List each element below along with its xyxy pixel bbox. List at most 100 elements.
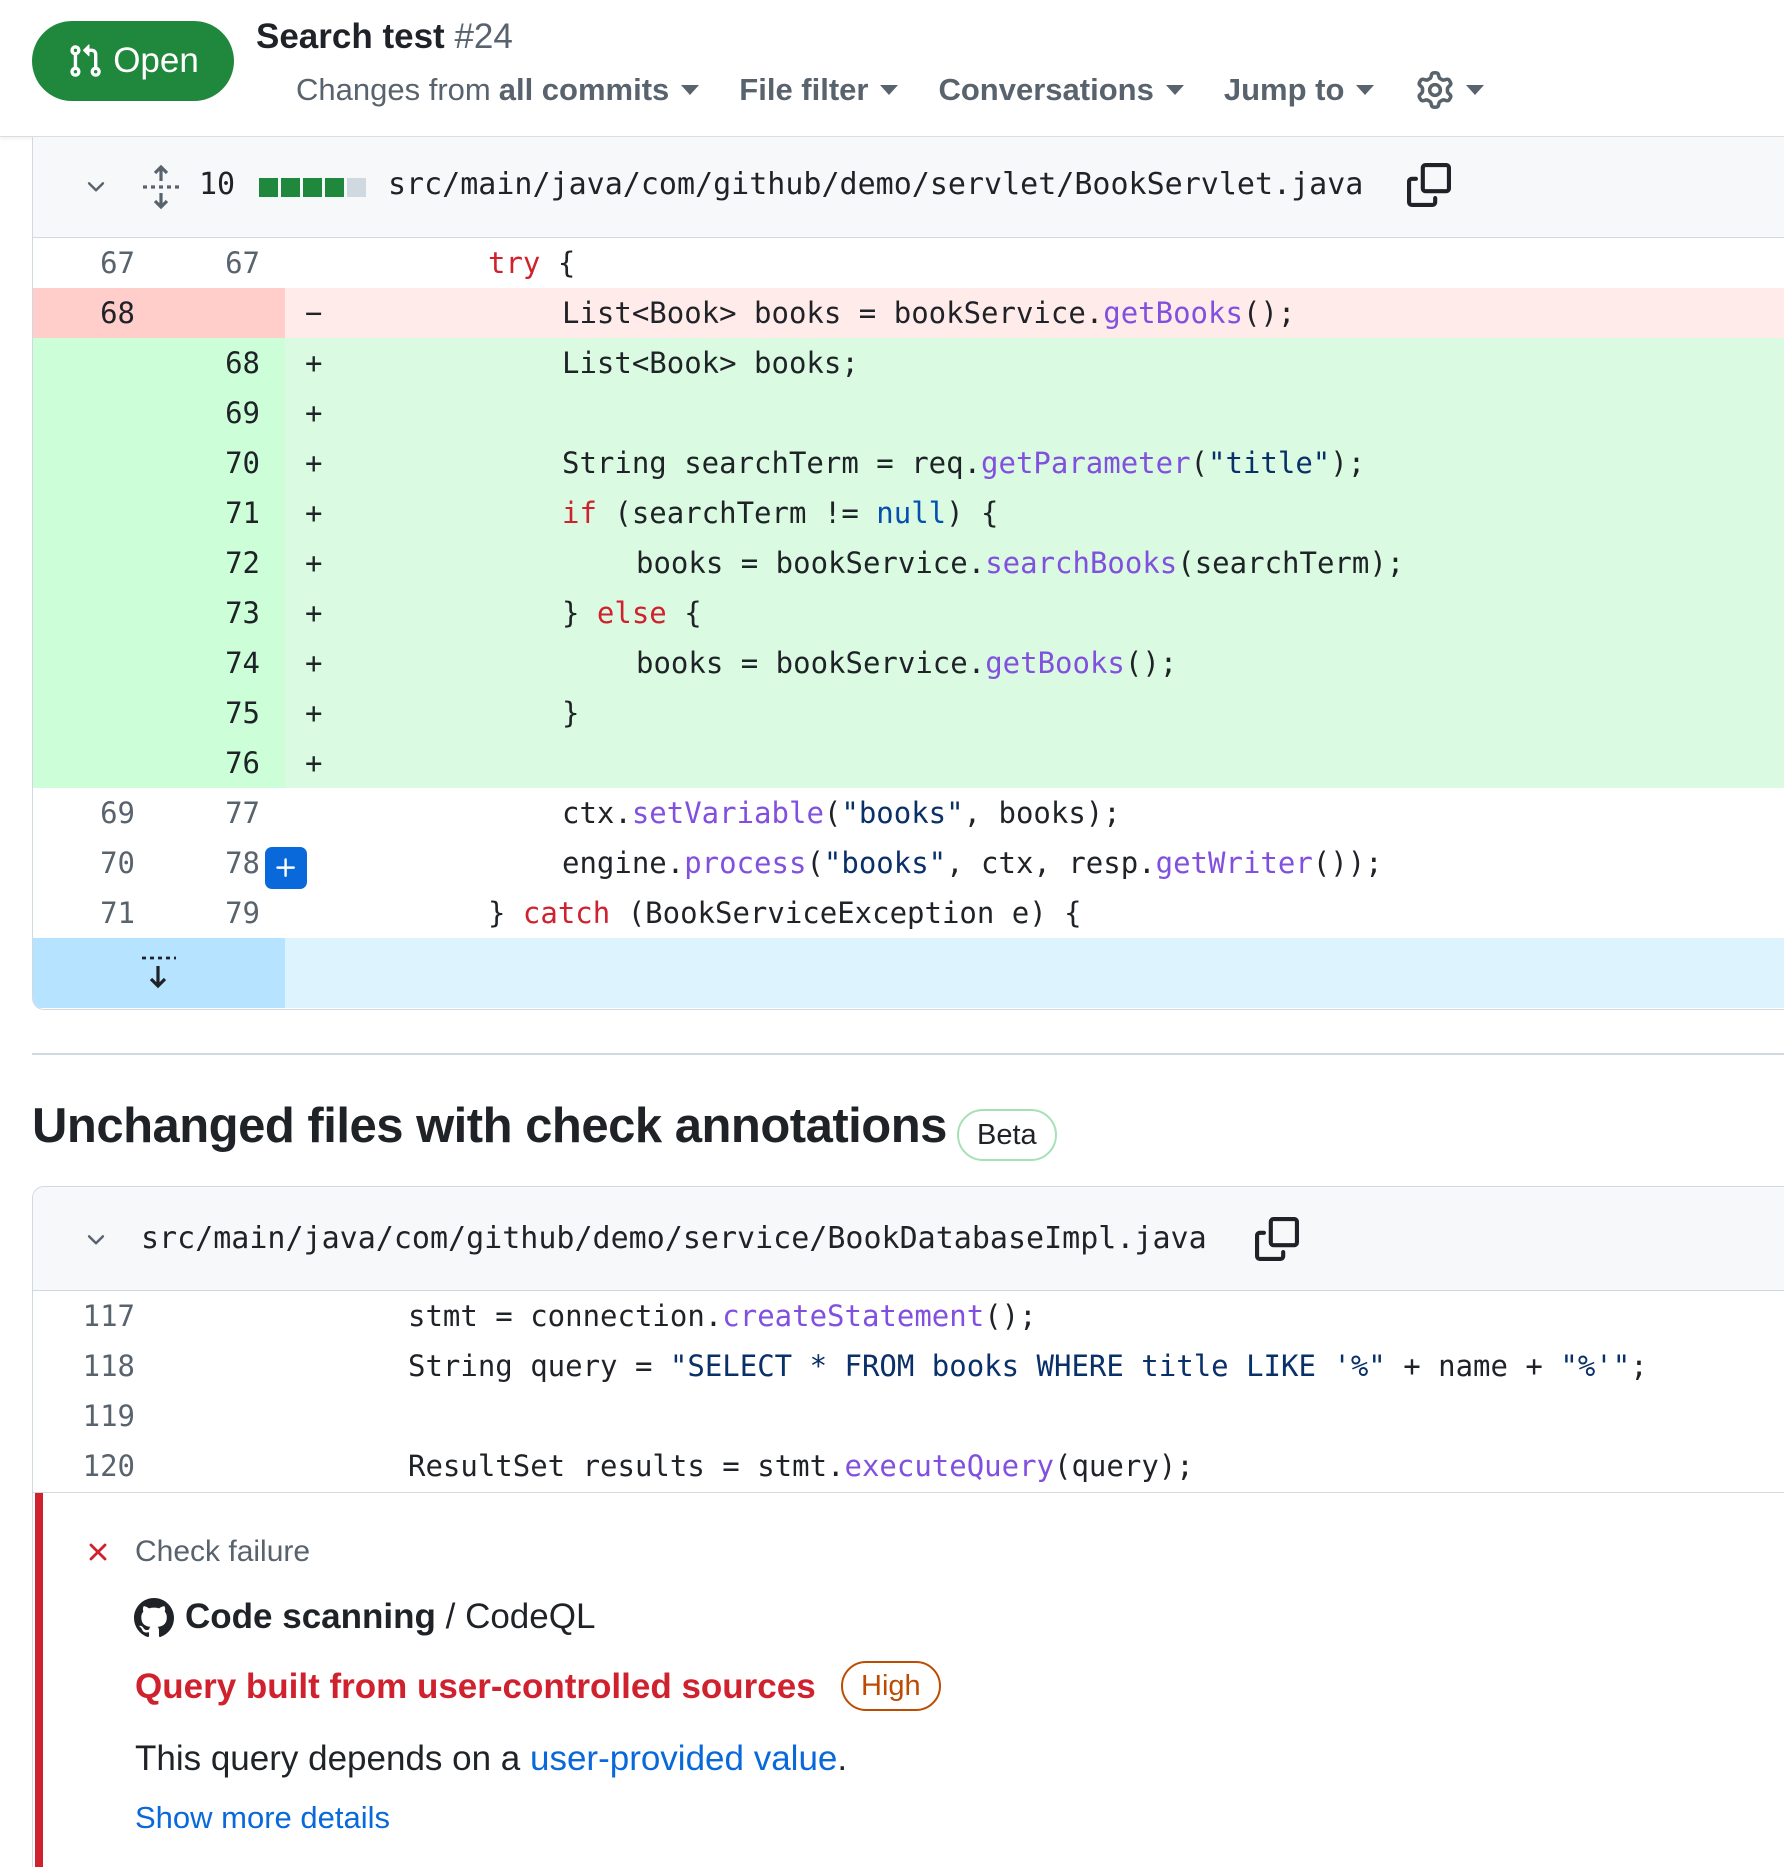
- annotated-file: src/main/java/com/github/demo/service/Bo…: [32, 1186, 1784, 1867]
- check-tool-name: Code scanning: [185, 1597, 436, 1636]
- new-line-number[interactable]: 71: [158, 488, 260, 538]
- line-number[interactable]: 117: [33, 1291, 135, 1341]
- diff-file-path[interactable]: src/main/java/com/github/demo/servlet/Bo…: [388, 167, 1363, 202]
- copy-icon[interactable]: [1407, 163, 1451, 207]
- old-line-number[interactable]: [33, 338, 135, 388]
- old-line-number[interactable]: [33, 588, 135, 638]
- alert-title[interactable]: Query built from user-controlled sources: [135, 1667, 816, 1707]
- code-line: ResultSet results = stmt.executeQuery(qu…: [408, 1449, 1194, 1483]
- code-line: stmt = connection.createStatement();: [408, 1299, 1037, 1333]
- old-line-number[interactable]: [33, 638, 135, 688]
- new-line-number[interactable]: 72: [158, 538, 260, 588]
- code-line: books = bookService.getBooks();: [636, 646, 1178, 680]
- x-icon: [89, 1543, 107, 1561]
- alert-description-end: .: [837, 1739, 848, 1778]
- diff-sign: +: [305, 746, 323, 780]
- annotated-code-lines: 117 stmt = connection.createStatement(); …: [33, 1291, 1784, 1491]
- old-line-number[interactable]: [33, 538, 135, 588]
- diff-line[interactable]: 67 67 try {: [33, 238, 1784, 288]
- diff-sign: +: [305, 696, 323, 730]
- new-line-number[interactable]: 74: [158, 638, 260, 688]
- old-line-number[interactable]: 69: [33, 788, 135, 838]
- old-line-number[interactable]: 71: [33, 888, 135, 938]
- old-line-number[interactable]: [33, 738, 135, 788]
- old-line-number[interactable]: [33, 488, 135, 538]
- check-tool-separator: /: [435, 1597, 466, 1636]
- add-comment-button[interactable]: [265, 847, 307, 889]
- diff-stat-square: [259, 178, 278, 197]
- diff-line[interactable]: 71 79} catch (BookServiceException e) {: [33, 888, 1784, 938]
- new-line-number[interactable]: [158, 288, 260, 338]
- check-status: Check failure: [135, 1535, 311, 1568]
- diff-line-deleted[interactable]: 68 − List<Book> books = bookService.getBoo…: [33, 288, 1784, 338]
- conversations-dropdown[interactable]: Conversations: [938, 72, 1184, 108]
- show-more-details-link[interactable]: Show more details: [135, 1800, 390, 1836]
- diff-line-added[interactable]: 68 + List<Book> books;: [33, 338, 1784, 388]
- line-number[interactable]: 120: [33, 1441, 135, 1491]
- new-line-number[interactable]: 68: [158, 338, 260, 388]
- file-filter-dropdown[interactable]: File filter: [739, 72, 899, 108]
- copy-icon[interactable]: [1255, 1217, 1299, 1261]
- old-line-number[interactable]: [33, 438, 135, 488]
- diff-sign: +: [305, 346, 323, 380]
- new-line-number[interactable]: 77: [158, 788, 260, 838]
- pr-header: Open Search test #24 Changes from all co…: [0, 0, 1784, 137]
- pr-title: Search test #24: [256, 17, 513, 57]
- old-line-number[interactable]: [33, 388, 135, 438]
- old-line-number[interactable]: [33, 688, 135, 738]
- caret-down-icon: [1356, 85, 1375, 95]
- code-line: }: [562, 696, 580, 730]
- diff-line-added[interactable]: 71 + if (searchTerm != null) {: [33, 488, 1784, 538]
- diff-line[interactable]: 69 77 ctx.setVariable("books", books);: [33, 788, 1784, 838]
- expand-down-icon[interactable]: [138, 952, 178, 992]
- new-line-number[interactable]: 69: [158, 388, 260, 438]
- old-line-number[interactable]: 70: [33, 838, 135, 888]
- new-line-number[interactable]: 73: [158, 588, 260, 638]
- diff-line[interactable]: 70 78 engine.process("books", ctx, resp.g…: [33, 838, 1784, 889]
- code-line: } else {: [562, 596, 702, 630]
- commits-filter-dropdown[interactable]: Changes from all commits: [296, 72, 700, 108]
- diff-line-added[interactable]: 73 + } else {: [33, 588, 1784, 638]
- line-number[interactable]: 118: [33, 1341, 135, 1391]
- diff-stat-square: [325, 178, 344, 197]
- diff-sign: +: [305, 496, 323, 530]
- new-line-number[interactable]: 76: [158, 738, 260, 788]
- pr-status-badge: Open: [32, 21, 234, 101]
- diff-line-added[interactable]: 76 +: [33, 738, 1784, 788]
- chevron-down-icon[interactable]: [83, 174, 109, 200]
- diff-line-added[interactable]: 70 + String searchTerm = req.getParameter(…: [33, 438, 1784, 488]
- diff-line-added[interactable]: 74 + books = bookService.getBooks();: [33, 638, 1784, 688]
- old-line-number[interactable]: 68: [33, 288, 135, 338]
- diff-stat-square: [281, 178, 300, 197]
- diff-sign: +: [305, 596, 323, 630]
- jump-to-dropdown[interactable]: Jump to: [1224, 72, 1375, 108]
- beta-badge: Beta: [957, 1109, 1057, 1161]
- diff-sign: −: [305, 296, 323, 330]
- diff-stat-square: [347, 178, 366, 197]
- check-engine-name: CodeQL: [465, 1597, 596, 1636]
- caret-down-icon: [880, 85, 899, 95]
- new-line-number[interactable]: 67: [158, 238, 260, 288]
- unfold-icon[interactable]: [141, 165, 181, 209]
- new-line-number[interactable]: 75: [158, 688, 260, 738]
- line-number[interactable]: 119: [33, 1391, 135, 1441]
- code-row: 117 stmt = connection.createStatement();: [33, 1291, 1784, 1341]
- new-line-number[interactable]: 78: [158, 838, 260, 888]
- section-heading: Unchanged files with check annotations: [32, 1099, 947, 1153]
- annotated-file-path[interactable]: src/main/java/com/github/demo/service/Bo…: [141, 1221, 1207, 1256]
- diff-line-added[interactable]: 75 +}: [33, 688, 1784, 738]
- old-line-number[interactable]: 67: [33, 238, 135, 288]
- diff-line-added[interactable]: 72 + books = bookService.searchBooks(searc…: [33, 538, 1784, 588]
- new-line-number[interactable]: 70: [158, 438, 260, 488]
- commits-filter-value: all commits: [498, 72, 670, 107]
- diff-file: 10 src/main/java/com/github/demo/servlet…: [32, 137, 1784, 1010]
- code-line: if (searchTerm != null) {: [562, 496, 999, 530]
- user-provided-value-link[interactable]: user-provided value: [530, 1739, 837, 1778]
- diff-line-added[interactable]: 69 +: [33, 388, 1784, 438]
- chevron-down-icon[interactable]: [83, 1227, 109, 1253]
- expand-lines-row[interactable]: [33, 938, 1784, 1008]
- git-pull-request-icon: [70, 44, 101, 77]
- annotated-file-header: src/main/java/com/github/demo/service/Bo…: [33, 1187, 1784, 1291]
- diff-settings-dropdown[interactable]: [1416, 71, 1485, 109]
- new-line-number[interactable]: 79: [158, 888, 260, 938]
